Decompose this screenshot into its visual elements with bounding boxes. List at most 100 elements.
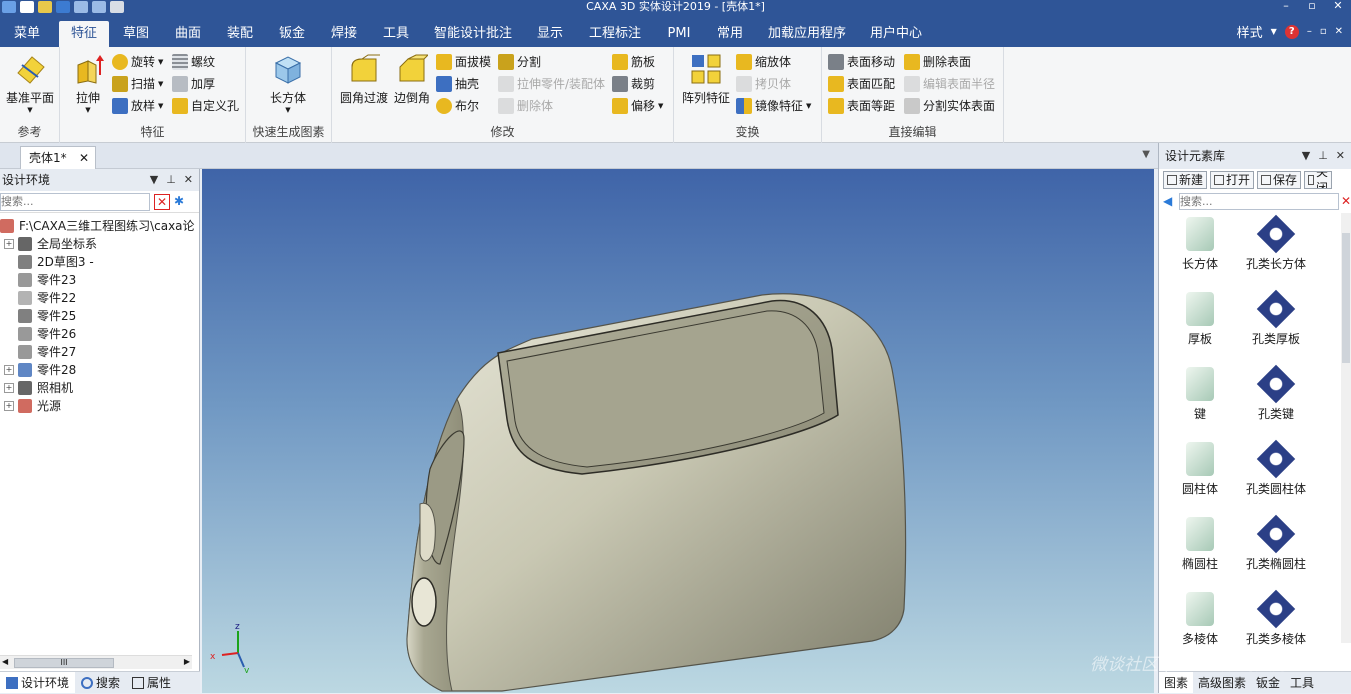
close-icon[interactable]: ✕	[79, 147, 89, 169]
library-item[interactable]: 椭圆柱	[1165, 517, 1235, 572]
tab-smart-annotation[interactable]: 智能设计批注	[430, 21, 516, 47]
tab-tools[interactable]: 工具	[1285, 672, 1319, 693]
tab-pmi[interactable]: PMI	[660, 21, 698, 47]
chevron-down-icon[interactable]: ▼	[1302, 143, 1310, 169]
expand-icon[interactable]: +	[4, 383, 14, 393]
rib-button[interactable]: 筋板	[612, 52, 655, 72]
offset-face-button[interactable]: 表面等距	[828, 96, 895, 116]
sweep-button[interactable]: 扫描 ▼	[112, 74, 163, 94]
horizontal-scrollbar[interactable]: ◀ III ▶	[0, 655, 192, 669]
revolve-button[interactable]: 旋转 ▼	[112, 52, 163, 72]
library-item[interactable]: 孔类多棱体	[1241, 589, 1311, 647]
stretch-part-button[interactable]: 拉伸零件/装配体	[498, 74, 605, 94]
offset-button[interactable]: 偏移 ▼	[612, 96, 663, 116]
expand-icon[interactable]: +	[4, 401, 14, 411]
tab-display[interactable]: 显示	[528, 21, 572, 47]
help-icon[interactable]: ?	[1284, 24, 1299, 39]
delete-face-button[interactable]: 删除表面	[904, 52, 971, 72]
open-library-button[interactable]: 打开	[1210, 171, 1255, 189]
move-face-button[interactable]: 表面移动	[828, 52, 895, 72]
library-item[interactable]: 多棱体	[1165, 592, 1235, 647]
pattern-feature-button[interactable]: 阵列特征	[680, 53, 732, 106]
tree-item[interactable]: 零件27	[0, 343, 199, 361]
tree-item[interactable]: + 照相机	[0, 379, 199, 397]
back-arrow-icon[interactable]: ◀	[1163, 194, 1177, 208]
tree-item[interactable]: 零件26	[0, 325, 199, 343]
mirror-feature-button[interactable]: 镜像特征 ▼	[736, 96, 811, 116]
tree-item[interactable]: + 光源	[0, 397, 199, 415]
library-item[interactable]: 孔类厚板	[1241, 289, 1311, 347]
minimize-button[interactable]: –	[1273, 0, 1299, 12]
tab-load-apps[interactable]: 加载应用程序	[764, 21, 850, 47]
trim-button[interactable]: 裁剪	[612, 74, 655, 94]
split-button[interactable]: 分割	[498, 52, 541, 72]
tab-sheetmetal[interactable]: 钣金	[270, 21, 314, 47]
scrollbar-thumb[interactable]	[1342, 233, 1350, 363]
shell-button[interactable]: 抽壳	[436, 74, 479, 94]
document-tab[interactable]: 壳体1* ✕	[20, 146, 96, 169]
tab-engineering-annotation[interactable]: 工程标注	[584, 21, 646, 47]
extrude-button[interactable]: 拉伸 ▼	[70, 53, 106, 114]
library-item[interactable]: 孔类键	[1241, 364, 1311, 422]
close-library-button[interactable]: 关闭	[1304, 171, 1333, 189]
library-item[interactable]: 长方体	[1165, 217, 1235, 272]
tree-item[interactable]: + 全局坐标系	[0, 235, 199, 253]
chevron-down-icon[interactable]: ▼	[1142, 149, 1150, 160]
boolean-button[interactable]: 布尔	[436, 96, 479, 116]
library-item[interactable]: 键	[1165, 367, 1235, 422]
tree-item[interactable]: 零件25	[0, 307, 199, 325]
search-input[interactable]	[1179, 192, 1339, 210]
split-solid-face-button[interactable]: 分割实体表面	[904, 96, 995, 116]
copy-body-button[interactable]: 拷贝体	[736, 74, 791, 94]
maximize-button[interactable]: ▫	[1299, 0, 1325, 12]
close-icon[interactable]: ✕	[184, 169, 193, 191]
draft-button[interactable]: 面拔模	[436, 52, 491, 72]
tab-design-environment[interactable]: 设计环境	[0, 672, 76, 693]
pin-icon[interactable]: ⊥	[166, 169, 176, 191]
close-button[interactable]: ✕	[1325, 0, 1351, 12]
tab-welding[interactable]: 焊接	[322, 21, 366, 47]
chevron-down-icon[interactable]: ▼	[1271, 27, 1277, 36]
tab-common[interactable]: 常用	[708, 21, 752, 47]
tab-advanced-primitives[interactable]: 高级图素	[1193, 672, 1251, 693]
scroll-left-icon[interactable]: ◀	[2, 657, 8, 666]
library-item[interactable]: 孔类长方体	[1241, 214, 1311, 272]
doc-close-icon[interactable]: ✕	[1335, 26, 1343, 37]
match-face-button[interactable]: 表面匹配	[828, 74, 895, 94]
scrollbar-thumb[interactable]: III	[14, 658, 114, 668]
tree-item[interactable]: + 零件28	[0, 361, 199, 379]
library-item[interactable]: 孔类椭圆柱	[1241, 514, 1311, 572]
clear-icon[interactable]: ✕	[154, 193, 170, 210]
tree-item[interactable]: 零件23	[0, 271, 199, 289]
filter-icon[interactable]: ✱	[174, 194, 190, 210]
tab-menu[interactable]: 菜单	[6, 21, 48, 47]
delete-body-button[interactable]: 删除体	[498, 96, 553, 116]
tab-user-center[interactable]: 用户中心	[864, 21, 928, 47]
tab-surface[interactable]: 曲面	[166, 21, 210, 47]
tab-tools[interactable]: 工具	[374, 21, 418, 47]
close-icon[interactable]: ✕	[1336, 143, 1345, 169]
loft-button[interactable]: 放样 ▼	[112, 96, 163, 116]
datum-plane-button[interactable]: 基准平面 ▼	[2, 53, 58, 114]
expand-icon[interactable]: +	[4, 365, 14, 375]
edit-face-radius-button[interactable]: 编辑表面半径	[904, 74, 995, 94]
save-library-button[interactable]: 保存	[1257, 171, 1302, 189]
clear-icon[interactable]: ✕	[1341, 194, 1351, 208]
style-dropdown[interactable]: 样式	[1237, 22, 1263, 41]
tree-item[interactable]: 零件22	[0, 289, 199, 307]
restore-icon[interactable]: ▫	[1320, 26, 1327, 37]
tab-primitives[interactable]: 图素	[1159, 672, 1194, 693]
library-item[interactable]: 圆柱体	[1165, 442, 1235, 497]
scale-body-button[interactable]: 缩放体	[736, 52, 791, 72]
block-button[interactable]: 长方体 ▼	[260, 53, 316, 114]
thicken-button[interactable]: 加厚	[172, 74, 215, 94]
library-item[interactable]: 厚板	[1165, 292, 1235, 347]
vertical-scrollbar[interactable]	[1341, 213, 1351, 643]
ribbon-minimize-icon[interactable]: –	[1307, 26, 1312, 37]
tab-search[interactable]: 搜索	[75, 672, 126, 693]
tab-sheetmetal[interactable]: 钣金	[1251, 672, 1285, 693]
library-item[interactable]: 孔类圆柱体	[1241, 439, 1311, 497]
tab-feature[interactable]: 特征	[59, 21, 109, 47]
shell-part[interactable]	[406, 293, 907, 692]
tree-item[interactable]: 2D草图3 -	[0, 253, 199, 271]
